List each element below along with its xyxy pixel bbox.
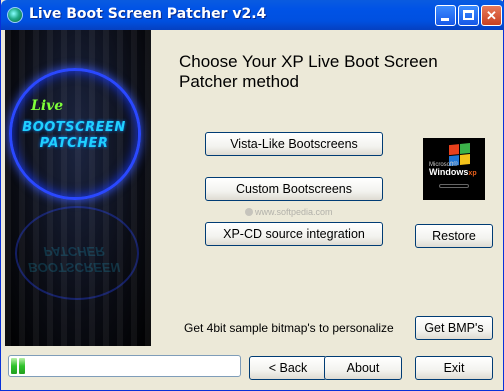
progress-chunk — [11, 358, 17, 374]
bootscreen-preview: Microsoft® Windowsxp — [423, 138, 485, 200]
xp-cd-integration-button[interactable]: XP-CD source integration — [205, 222, 383, 246]
preview-windows-text: Windowsxp — [429, 167, 477, 177]
app-window: Live Boot Screen Patcher v2.4 ✕ Live BOO… — [0, 0, 504, 391]
window-title: Live Boot Screen Patcher v2.4 — [29, 6, 267, 22]
get-bmp-button[interactable]: Get BMP's — [415, 316, 493, 340]
logo-bootscreen-text: BOOTSCREEN — [22, 120, 126, 135]
logo-live-text: Live — [31, 98, 64, 114]
about-button[interactable]: About — [324, 356, 402, 380]
logo-reflection-bootscreen: BOOTSCREEN — [28, 260, 120, 275]
maximize-button[interactable] — [458, 5, 479, 26]
watermark-text: www.softpedia.com — [255, 207, 333, 217]
progress-fill — [11, 358, 238, 374]
close-button[interactable]: ✕ — [481, 5, 502, 26]
logo-patcher-text: PATCHER — [39, 136, 109, 151]
progress-chunk — [19, 358, 25, 374]
custom-bootscreens-button[interactable]: Custom Bootscreens — [205, 177, 383, 201]
logo-reflection-patcher: PATCHER — [43, 244, 105, 259]
exit-button[interactable]: Exit — [415, 356, 493, 380]
restore-button[interactable]: Restore — [415, 224, 493, 248]
minimize-button[interactable] — [435, 5, 456, 26]
watermark-icon — [245, 208, 253, 216]
progress-bar — [8, 355, 241, 377]
title-bar[interactable]: Live Boot Screen Patcher v2.4 ✕ — [1, 0, 504, 30]
preview-progress-bar — [439, 184, 469, 188]
back-button[interactable]: < Back — [249, 356, 327, 380]
sample-bitmaps-hint: Get 4bit sample bitmap's to personalize — [184, 321, 394, 335]
logo-panel: Live BOOTSCREEN PATCHER BOOTSCREEN PATCH… — [5, 30, 151, 346]
maximize-icon — [463, 10, 474, 20]
vista-bootscreens-button[interactable]: Vista-Like Bootscreens — [205, 132, 383, 156]
minimize-icon — [441, 18, 449, 21]
app-icon — [7, 7, 23, 23]
close-icon: ✕ — [486, 8, 497, 23]
page-heading: Choose Your XP Live Boot Screen Patcher … — [179, 52, 438, 91]
